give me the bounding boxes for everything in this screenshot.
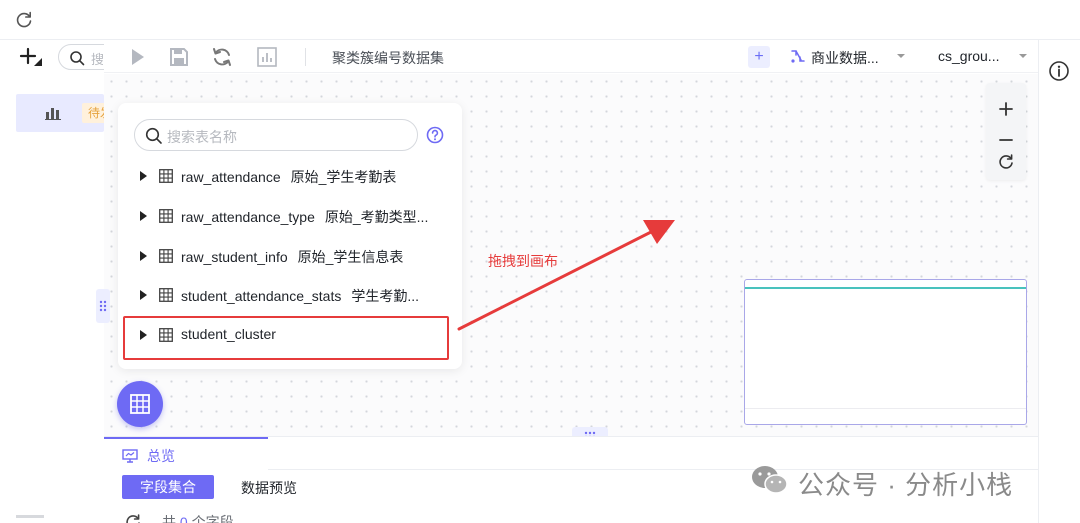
info-icon[interactable] bbox=[1048, 60, 1070, 82]
field-count-number: 0 bbox=[179, 514, 188, 523]
top-bar bbox=[0, 0, 1080, 40]
zoom-in-icon[interactable] bbox=[997, 100, 1015, 118]
dataset-name: 聚类簇编号数据集 bbox=[332, 50, 444, 66]
zoom-controls bbox=[986, 83, 1026, 180]
expand-arrow-icon[interactable] bbox=[140, 171, 147, 181]
drag-handle-icon bbox=[99, 300, 107, 312]
table-row-label: student_attendance_stats 学生考勤... bbox=[181, 286, 419, 306]
refresh-icon[interactable] bbox=[124, 513, 142, 523]
bar-chart-icon bbox=[45, 108, 61, 120]
monitor-icon bbox=[122, 449, 138, 463]
tab-field-set[interactable]: 字段集合 bbox=[122, 475, 214, 499]
chart-preview-icon[interactable] bbox=[256, 46, 278, 68]
table-comment: 学生考勤... bbox=[351, 288, 420, 304]
field-count-row: 共 0 个字段 bbox=[124, 511, 344, 523]
search-icon bbox=[70, 51, 85, 66]
table-name: raw_attendance_type bbox=[181, 209, 315, 225]
datasource-select[interactable]: 商业数据... bbox=[790, 47, 910, 67]
drag-arrow-annotation bbox=[457, 220, 675, 331]
reset-view-icon[interactable] bbox=[997, 153, 1015, 171]
wechat-logo-icon bbox=[752, 466, 788, 494]
add-dataset-icon[interactable] bbox=[18, 46, 44, 70]
card-accent-bar bbox=[745, 287, 1026, 289]
sidebar-divider bbox=[16, 515, 44, 518]
left-sidebar: 搜 待发布 bbox=[0, 40, 118, 523]
datasource-link-icon bbox=[791, 50, 805, 63]
field-count-prefix: 共 bbox=[162, 514, 176, 523]
canvas-table-card[interactable] bbox=[744, 279, 1027, 425]
refresh-icon[interactable] bbox=[14, 10, 34, 30]
sidebar-search-placeholder: 搜 bbox=[91, 52, 103, 67]
table-grid-icon bbox=[159, 209, 173, 223]
expand-arrow-icon[interactable] bbox=[140, 290, 147, 300]
table-search-input[interactable]: 搜索表名称 bbox=[134, 119, 418, 151]
sidebar-resize-handle[interactable] bbox=[96, 289, 110, 323]
field-count-text: 共 0 个字段 bbox=[162, 512, 234, 523]
table-name: student_attendance_stats bbox=[181, 288, 342, 304]
sidebar-item-dataset[interactable]: 待发布 bbox=[16, 94, 112, 132]
table-grid-icon bbox=[159, 249, 173, 263]
table-search-placeholder: 搜索表名称 bbox=[167, 129, 237, 145]
toolbar-divider bbox=[305, 48, 306, 66]
tab-overview-label: 总览 bbox=[147, 448, 175, 464]
table-row-raw-attendance-type[interactable]: raw_attendance_type 原始_考勤类型... bbox=[138, 204, 448, 228]
expand-arrow-icon[interactable] bbox=[140, 251, 147, 261]
table-row-label: raw_student_info 原始_学生信息表 bbox=[181, 247, 403, 267]
table-name: raw_student_info bbox=[181, 249, 288, 265]
editor-toolbar: 聚类簇编号数据集 + 商业数据... cs_grou... bbox=[104, 40, 1038, 73]
table-row-student-attendance-stats[interactable]: student_attendance_stats 学生考勤... bbox=[138, 283, 448, 307]
search-icon bbox=[145, 127, 162, 144]
table-comment: 原始_学生考勤表 bbox=[290, 169, 397, 185]
save-icon[interactable] bbox=[168, 46, 190, 68]
app-window: 搜 待发布 bbox=[0, 0, 1080, 523]
group-label: cs_grou... bbox=[938, 48, 1000, 64]
table-comment: 原始_学生信息表 bbox=[297, 249, 404, 265]
table-list-toggle-button[interactable] bbox=[117, 381, 163, 427]
table-row-raw-student-info[interactable]: raw_student_info 原始_学生信息表 bbox=[138, 244, 448, 268]
run-icon[interactable] bbox=[126, 46, 148, 68]
zoom-out-icon[interactable] bbox=[997, 131, 1015, 149]
table-name: raw_attendance bbox=[181, 169, 281, 185]
table-row-raw-attendance[interactable]: raw_attendance 原始_学生考勤表 bbox=[138, 164, 448, 188]
field-count-suffix: 个字段 bbox=[191, 514, 234, 523]
table-list-panel: 搜索表名称 raw_attendance 原始_学生考勤表 raw_attenda… bbox=[118, 103, 462, 369]
card-divider bbox=[745, 408, 1026, 409]
expand-arrow-icon[interactable] bbox=[140, 211, 147, 221]
table-grid-icon bbox=[159, 288, 173, 302]
datasource-label: 商业数据... bbox=[811, 50, 879, 66]
table-row-label: raw_attendance 原始_学生考勤表 bbox=[181, 167, 396, 187]
table-row-label: raw_attendance_type 原始_考勤类型... bbox=[181, 207, 428, 227]
tab-overview[interactable]: 总览 bbox=[104, 437, 268, 469]
annotation-text: 拖拽到画布 bbox=[488, 253, 558, 269]
table-grid-icon bbox=[130, 394, 150, 414]
sync-icon[interactable] bbox=[211, 46, 233, 68]
right-side-panel bbox=[1038, 40, 1080, 523]
watermark: 公众号 · 分析小栈 bbox=[750, 462, 1050, 500]
table-grid-icon bbox=[159, 169, 173, 183]
chevron-down-icon bbox=[897, 54, 905, 58]
add-datasource-button[interactable]: + bbox=[748, 46, 770, 68]
group-select[interactable]: cs_grou... bbox=[938, 47, 1034, 67]
tab-data-preview[interactable]: 数据预览 bbox=[241, 478, 297, 498]
table-comment: 原始_考勤类型... bbox=[324, 209, 429, 225]
highlight-box bbox=[123, 316, 449, 360]
help-icon[interactable] bbox=[426, 126, 444, 144]
chevron-down-icon bbox=[1019, 54, 1027, 58]
watermark-text: 公众号 · 分析小栈 bbox=[798, 470, 1014, 500]
